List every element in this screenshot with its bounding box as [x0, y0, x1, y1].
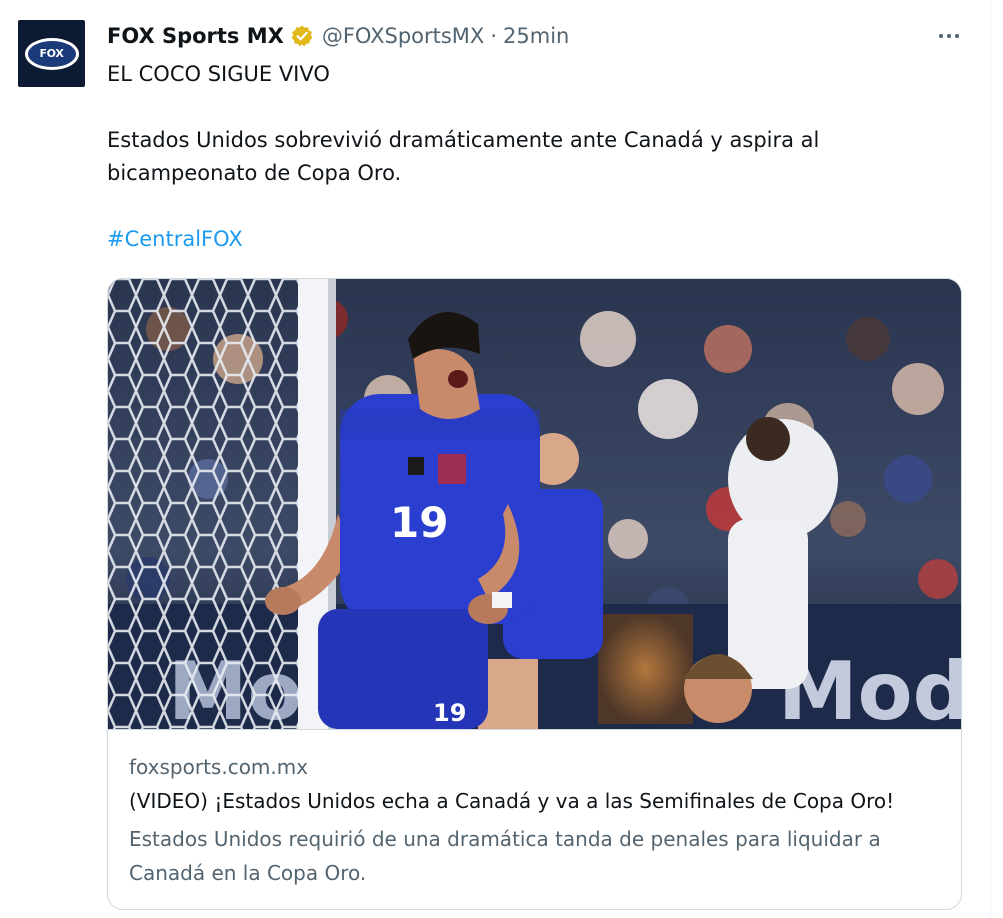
shorts-number: 19 — [433, 699, 466, 727]
jersey-number: 19 — [390, 498, 448, 547]
more-dot-icon — [939, 34, 943, 38]
card-domain: foxsports.com.mx — [129, 755, 309, 779]
more-options-button[interactable] — [932, 22, 966, 50]
tweet-timestamp[interactable]: 25min — [503, 24, 569, 48]
tweet-line-headline: EL COCO SIGUE VIVO — [107, 62, 330, 86]
author-handle[interactable]: @FOXSportsMX — [322, 24, 484, 48]
hashtag-link[interactable]: #CentralFOX — [107, 227, 243, 251]
more-dot-icon — [947, 34, 951, 38]
separator-dot: · — [490, 24, 498, 48]
tweet-header: FOX Sports MX @FOXSportsMX · 25min — [107, 20, 569, 52]
tweet-text: EL COCO SIGUE VIVO Estados Unidos sobrev… — [107, 58, 937, 256]
avatar-logo-text: FOX — [27, 40, 76, 67]
card-image[interactable]: Mode Mode — [108, 279, 961, 729]
link-preview-card[interactable]: Mode Mode — [107, 278, 962, 910]
author-display-name[interactable]: FOX Sports MX — [107, 24, 284, 48]
timeline-divider — [990, 0, 991, 918]
card-description: Estados Unidos requirió de una dramática… — [129, 827, 881, 885]
tweet-line-body: Estados Unidos sobrevivió dramáticamente… — [107, 128, 820, 185]
fox-sports-logo-icon: FOX — [24, 37, 79, 70]
soccer-celebration-photo: Mode Mode — [108, 279, 961, 729]
more-dot-icon — [955, 34, 959, 38]
card-title: (VIDEO) ¡Estados Unidos echa a Canadá y … — [129, 789, 895, 813]
avatar[interactable]: FOX — [18, 20, 85, 87]
verified-badge-icon[interactable] — [290, 24, 314, 48]
card-body[interactable]: foxsports.com.mx (VIDEO) ¡Estados Unidos… — [108, 729, 961, 909]
